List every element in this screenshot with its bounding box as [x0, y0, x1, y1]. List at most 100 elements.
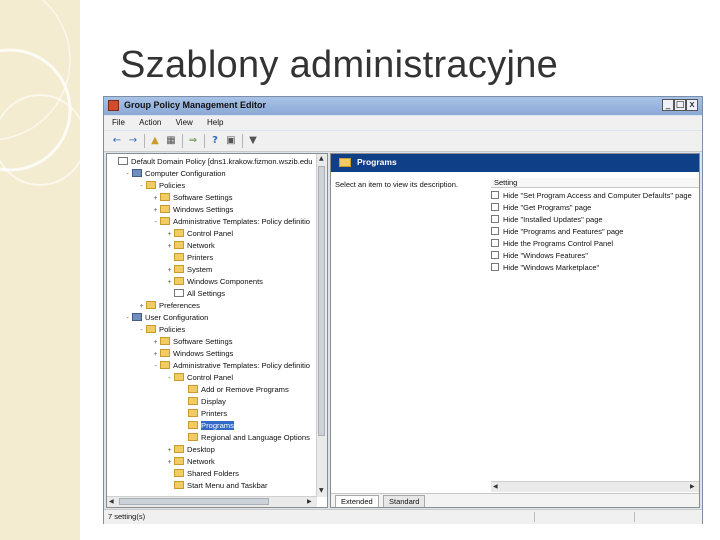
- tree-item[interactable]: Shared Folders: [165, 468, 239, 480]
- computer-icon: [132, 313, 142, 321]
- tree-item-label: Start Menu and Taskbar: [187, 481, 268, 490]
- setting-row[interactable]: Hide "Set Program Access and Computer De…: [491, 190, 692, 202]
- collapse-icon[interactable]: -: [151, 217, 160, 229]
- tree-item[interactable]: + Software Settings: [151, 336, 233, 348]
- view-tabs: Extended Standard: [331, 493, 699, 507]
- tab-extended[interactable]: Extended: [335, 495, 379, 507]
- setting-row[interactable]: Hide "Windows Features": [491, 250, 588, 262]
- setting-row[interactable]: Hide "Get Programs" page: [491, 202, 591, 214]
- filter-icon[interactable]: ▼: [246, 134, 260, 148]
- policy-setting-icon: [491, 251, 499, 259]
- properties-icon[interactable]: ▣: [224, 134, 238, 148]
- tree-item[interactable]: Display: [179, 396, 226, 408]
- collapse-icon[interactable]: -: [137, 181, 146, 193]
- tree-item[interactable]: - Control Panel: [165, 372, 233, 384]
- tree-scroll-thumb[interactable]: [318, 166, 325, 436]
- tab-standard[interactable]: Standard: [383, 495, 426, 507]
- menu-view[interactable]: View: [176, 116, 193, 130]
- setting-row[interactable]: Hide "Installed Updates" page: [491, 214, 603, 226]
- tree-item[interactable]: Default Domain Policy [dns1.krakow.fizmo…: [109, 156, 313, 168]
- tree-item-label: Control Panel: [187, 373, 234, 382]
- tree-item[interactable]: - Computer Configuration: [123, 168, 226, 180]
- tree-item[interactable]: - Administrative Templates: Policy defini…: [151, 360, 310, 372]
- scroll-down-icon[interactable]: ▼: [319, 487, 324, 494]
- show-hide-tree-icon[interactable]: ▦: [164, 134, 178, 148]
- maximize-button[interactable]: □: [674, 99, 686, 111]
- tree-item[interactable]: + Windows Components: [165, 276, 263, 288]
- details-header: Programs: [331, 154, 699, 172]
- export-list-icon[interactable]: ⇒: [186, 134, 200, 148]
- tree-item[interactable]: Start Menu and Taskbar: [165, 480, 267, 492]
- app-icon: [108, 100, 119, 111]
- collapse-icon[interactable]: -: [123, 313, 132, 325]
- tree-item[interactable]: + Preferences: [137, 300, 200, 312]
- console-tree[interactable]: Default Domain Policy [dns1.krakow.fizmo…: [106, 153, 328, 508]
- menu-action[interactable]: Action: [139, 116, 161, 130]
- tree-item[interactable]: Add or Remove Programs: [179, 384, 289, 396]
- tree-item[interactable]: - Policies: [137, 180, 185, 192]
- folder-icon: [188, 385, 198, 393]
- setting-row[interactable]: Hide the Programs Control Panel: [491, 238, 613, 250]
- menu-file[interactable]: File: [112, 116, 125, 130]
- scroll-left-icon[interactable]: ◀: [493, 483, 498, 490]
- setting-label: Hide "Programs and Features" page: [503, 227, 624, 236]
- tree-item-label: All Settings: [187, 289, 225, 298]
- tree-item[interactable]: + Network: [165, 456, 215, 468]
- tree-item[interactable]: + Network: [165, 240, 215, 252]
- tree-hscroll-thumb[interactable]: [119, 498, 269, 505]
- tree-item-label: Windows Settings: [173, 349, 234, 358]
- policy-setting-icon: [491, 227, 499, 235]
- tree-item[interactable]: - Administrative Templates: Policy defini…: [151, 216, 310, 228]
- tree-item[interactable]: All Settings: [165, 288, 225, 300]
- policy-setting-icon: [491, 215, 499, 223]
- tree-item[interactable]: + Software Settings: [151, 192, 233, 204]
- collapse-icon[interactable]: -: [151, 361, 160, 373]
- tree-item[interactable]: + Control Panel: [165, 228, 233, 240]
- collapse-icon[interactable]: -: [137, 325, 146, 337]
- help-icon[interactable]: ?: [208, 134, 222, 148]
- doc-icon: [174, 289, 184, 297]
- folder-icon: [188, 433, 198, 441]
- forward-arrow-icon[interactable]: →: [126, 134, 140, 148]
- toolbar-separator: [204, 134, 205, 148]
- tree-item-label: Control Panel: [187, 229, 234, 238]
- menu-help[interactable]: Help: [207, 116, 223, 130]
- tree-item-label: Display: [201, 397, 226, 406]
- setting-row[interactable]: Hide "Windows Marketplace": [491, 262, 599, 274]
- tree-item[interactable]: + Desktop: [165, 444, 215, 456]
- scroll-right-icon[interactable]: ▶: [690, 483, 695, 490]
- details-horizontal-scrollbar[interactable]: ◀ ▶: [491, 481, 699, 492]
- tree-item-label: Regional and Language Options: [201, 433, 310, 442]
- tree-item[interactable]: + Windows Settings: [151, 204, 233, 216]
- window-titlebar[interactable]: Group Policy Management Editor _ □ x: [104, 97, 702, 115]
- up-folder-icon[interactable]: ▲: [148, 134, 162, 148]
- policy-setting-icon: [491, 203, 499, 211]
- scroll-right-icon[interactable]: ▶: [307, 498, 312, 505]
- tree-item-label: Administrative Templates: Policy definit…: [173, 361, 311, 370]
- setting-row[interactable]: Hide "Programs and Features" page: [491, 226, 623, 238]
- folder-icon: [174, 481, 184, 489]
- tree-item[interactable]: - Policies: [137, 324, 185, 336]
- collapse-icon[interactable]: -: [165, 373, 174, 385]
- tree-vertical-scrollbar[interactable]: ▲ ▼: [316, 154, 327, 497]
- close-button[interactable]: x: [686, 99, 698, 111]
- folder-icon: [188, 397, 198, 405]
- tree-item[interactable]: + System: [165, 264, 212, 276]
- back-arrow-icon[interactable]: ←: [110, 134, 124, 148]
- folder-icon: [174, 445, 184, 453]
- collapse-icon[interactable]: -: [123, 169, 132, 181]
- tree-item-label: Administrative Templates: Policy definit…: [173, 217, 311, 226]
- minimize-button[interactable]: _: [662, 99, 674, 111]
- toolbar: ← → ▲ ▦ ⇒ ? ▣ ▼: [104, 131, 702, 152]
- scroll-up-icon[interactable]: ▲: [319, 155, 324, 162]
- column-header-setting[interactable]: Setting: [491, 178, 699, 188]
- tree-item[interactable]: Printers: [165, 252, 213, 264]
- scroll-left-icon[interactable]: ◀: [109, 498, 114, 505]
- tree-item[interactable]: + Windows Settings: [151, 348, 233, 360]
- tree-item[interactable]: Regional and Language Options: [179, 432, 310, 444]
- tree-item[interactable]: - User Configuration: [123, 312, 208, 324]
- details-pane: Programs Select an item to view its desc…: [330, 153, 700, 508]
- tree-item[interactable]: Printers: [179, 408, 227, 420]
- tree-item[interactable]: Programs: [179, 420, 234, 432]
- tree-horizontal-scrollbar[interactable]: ◀ ▶: [107, 496, 317, 507]
